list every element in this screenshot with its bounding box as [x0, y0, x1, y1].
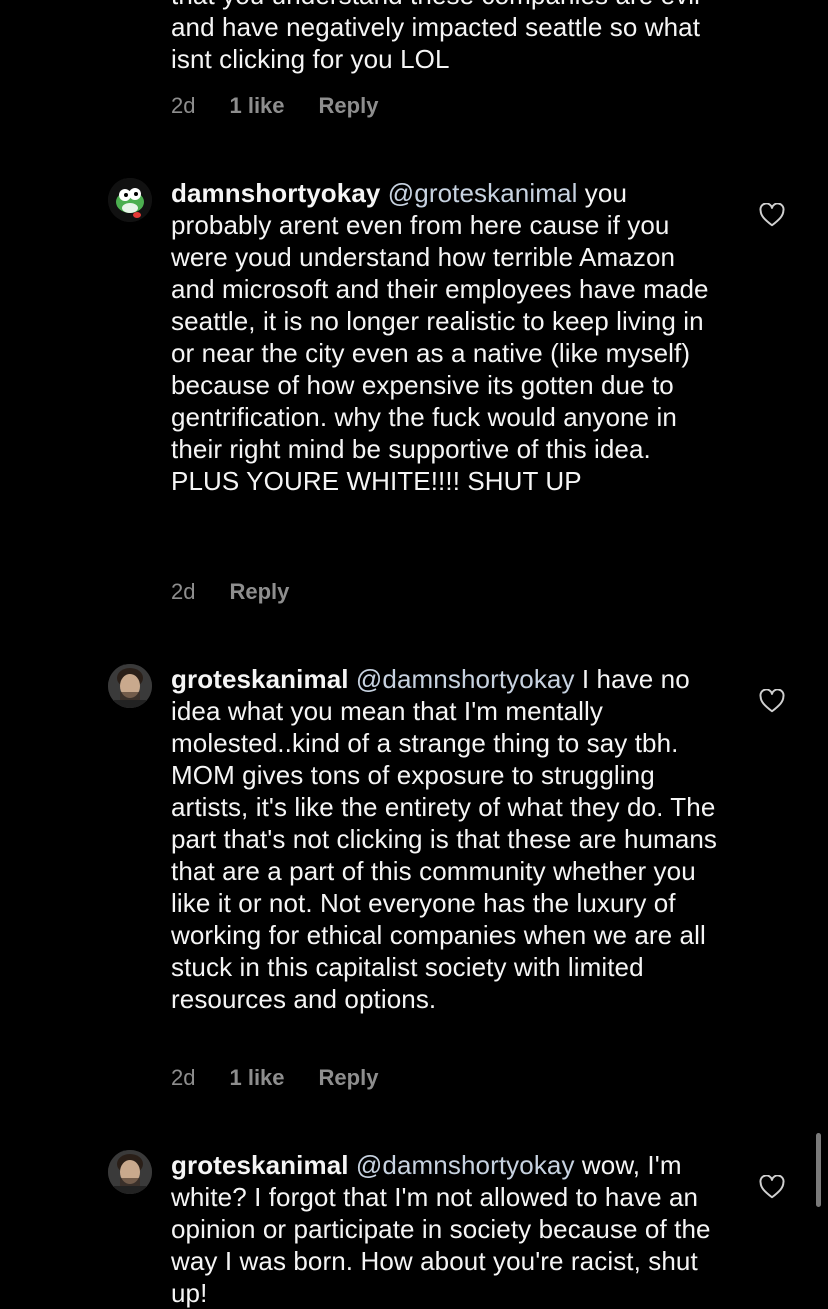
comment-text: that you understand these companies are …	[171, 0, 701, 74]
avatar[interactable]	[108, 178, 152, 222]
comment-text: I have no idea what you mean that I'm me…	[171, 664, 718, 1014]
comment-meta: 2d Reply	[171, 579, 289, 605]
comment-username[interactable]: groteskanimal	[171, 1150, 349, 1180]
likes-count[interactable]: 1 like	[229, 93, 284, 119]
comment-meta: 2d 1 like Reply	[171, 1065, 378, 1091]
comment-username[interactable]: groteskanimal	[171, 664, 349, 694]
comment-text: you probably arent even from here cause …	[171, 178, 709, 496]
yoshi-avatar-icon	[108, 178, 152, 222]
comment-meta: 2d 1 like Reply	[171, 93, 378, 119]
reply-button[interactable]: Reply	[319, 1065, 379, 1091]
comment-time: 2d	[171, 1065, 196, 1090]
avatar[interactable]	[108, 664, 152, 708]
heart-icon[interactable]	[759, 203, 785, 227]
comment-mention[interactable]: @groteskanimal	[388, 178, 578, 208]
heart-icon[interactable]	[759, 689, 785, 713]
comment-text-block: groteskanimal @damnshortyokay I have no …	[171, 663, 726, 1015]
comment-mention[interactable]: @damnshortyokay	[356, 664, 575, 694]
person-avatar-icon	[108, 1150, 152, 1194]
reply-button[interactable]: Reply	[319, 93, 379, 119]
scrollbar-thumb[interactable]	[816, 1133, 821, 1207]
comment-username[interactable]: damnshortyokay	[171, 178, 380, 208]
likes-count[interactable]: 1 like	[229, 1065, 284, 1091]
heart-icon[interactable]	[759, 1175, 785, 1199]
comment-text-block: groteskanimal @damnshortyokay wow, I'm w…	[171, 1149, 726, 1309]
person-avatar-icon	[108, 664, 152, 708]
comment-time: 2d	[171, 93, 196, 118]
comment-text-block: damnshortyokay @groteskanimal you probab…	[171, 177, 726, 497]
comment-mention[interactable]: @damnshortyokay	[356, 1150, 575, 1180]
reply-button[interactable]: Reply	[229, 579, 289, 605]
avatar[interactable]	[108, 1150, 152, 1194]
comment-text-block: that you understand these companies are …	[171, 0, 726, 75]
comment-time: 2d	[171, 579, 196, 604]
